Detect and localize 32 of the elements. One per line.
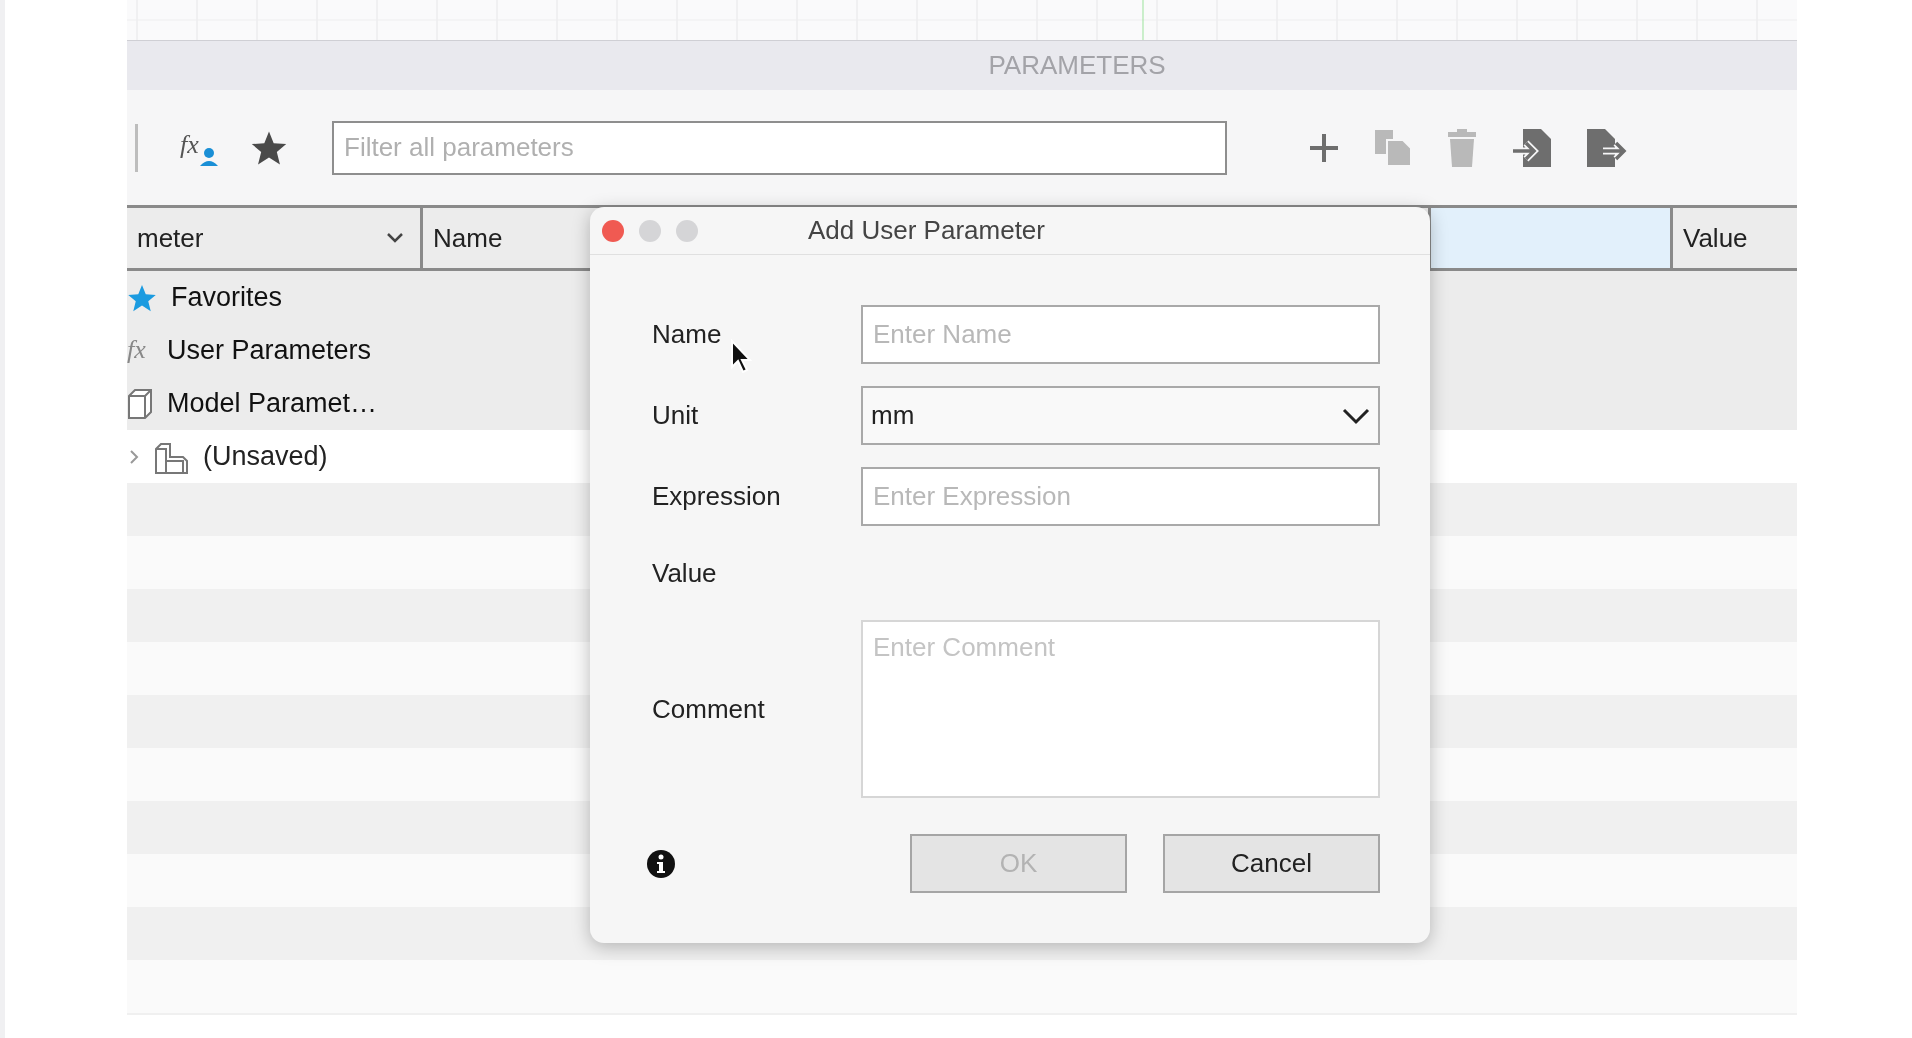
chevron-down-icon — [386, 232, 404, 244]
text-field[interactable]: Enter Expression — [861, 467, 1380, 526]
comment-field[interactable]: Enter Comment — [861, 620, 1380, 798]
file-import-icon — [1511, 126, 1553, 169]
file-import-button[interactable] — [1511, 126, 1553, 169]
chevron-down-icon — [1342, 406, 1370, 425]
tree-item[interactable]: Favorites — [171, 277, 283, 318]
text-field[interactable]: Enter Name — [861, 305, 1380, 364]
formula-user-button[interactable]: fx — [178, 128, 220, 167]
copy-icon — [1373, 127, 1413, 168]
chevron-right-icon[interactable] — [129, 448, 139, 465]
close-button[interactable] — [602, 219, 624, 242]
filter-field[interactable]: Filter all parameters — [332, 120, 1227, 175]
unit-dropdown[interactable]: mm — [861, 386, 1380, 445]
dialog-button[interactable]: Cancel — [1163, 834, 1380, 893]
field-label: Comment — [652, 692, 766, 726]
file-export-button[interactable] — [1585, 126, 1627, 169]
dialog-title: Add User Parameter — [808, 214, 1045, 247]
tree-item[interactable]: Model Paramet… — [167, 383, 378, 424]
field-label: Value — [652, 556, 718, 590]
mouse-pointer-icon — [730, 339, 754, 375]
field-label: Unit — [652, 399, 700, 432]
trash-icon — [1445, 127, 1479, 168]
cube-icon — [127, 387, 153, 420]
tree-item[interactable]: (Unsaved) — [203, 436, 328, 477]
field-label: Expression — [652, 480, 782, 513]
file-export-icon — [1585, 126, 1627, 169]
tree-item[interactable]: User Parameters — [167, 330, 372, 371]
panel-title: PARAMETERS — [988, 49, 1166, 82]
info-icon[interactable] — [646, 848, 676, 879]
field-label: Name — [652, 318, 723, 351]
formula-icon: fx — [127, 335, 153, 366]
